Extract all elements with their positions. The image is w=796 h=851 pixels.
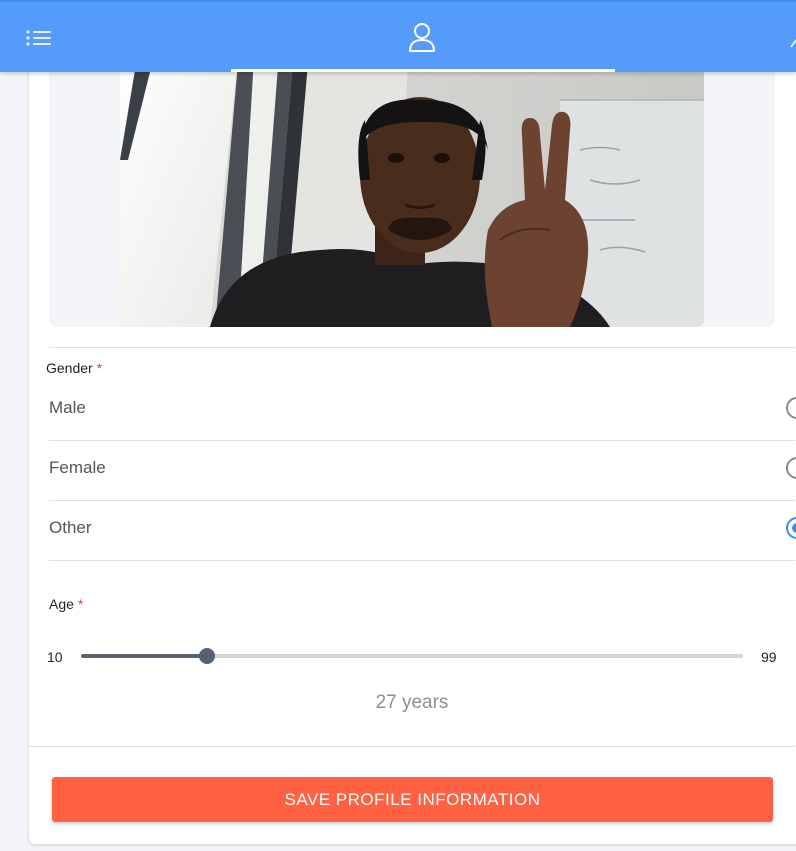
profile-card: Gender * Male Female Other Age * 10 99 27 … [29,40,796,844]
save-profile-button[interactable]: SAVE PROFILE INFORMATION [52,777,773,822]
divider [49,560,795,561]
gender-option-female[interactable]: Female [49,440,796,500]
user-icon [409,23,435,52]
list-menu-icon [26,30,51,46]
age-slider[interactable] [81,648,743,664]
age-slider-handle[interactable] [199,648,216,664]
required-marker: * [96,360,103,376]
required-marker: * [77,596,84,612]
person-photo-image [120,40,704,327]
divider [29,746,795,747]
gender-option-other[interactable]: Other [49,500,796,560]
radio-female[interactable] [786,457,796,479]
radio-other[interactable] [786,517,796,539]
age-label: Age * [49,596,84,612]
photo-container [49,40,775,327]
menu-button[interactable] [24,24,54,54]
gender-option-label: Female [49,458,106,477]
top-bar [0,0,796,72]
gender-option-label: Male [49,398,86,417]
radio-male[interactable] [786,397,796,419]
gender-option-label: Other [49,518,92,537]
divider [49,347,795,348]
tab-profile[interactable] [231,2,615,72]
age-max-label: 99 [761,649,777,665]
gender-label: Gender * [46,360,103,376]
profile-photo[interactable] [120,40,704,327]
age-min-label: 10 [47,649,63,665]
gender-option-male[interactable]: Male [49,380,796,440]
overflow-icon [790,39,796,48]
age-value-text: 27 years [375,692,449,713]
active-tab-indicator [231,69,615,72]
age-slider-fill [81,654,208,658]
